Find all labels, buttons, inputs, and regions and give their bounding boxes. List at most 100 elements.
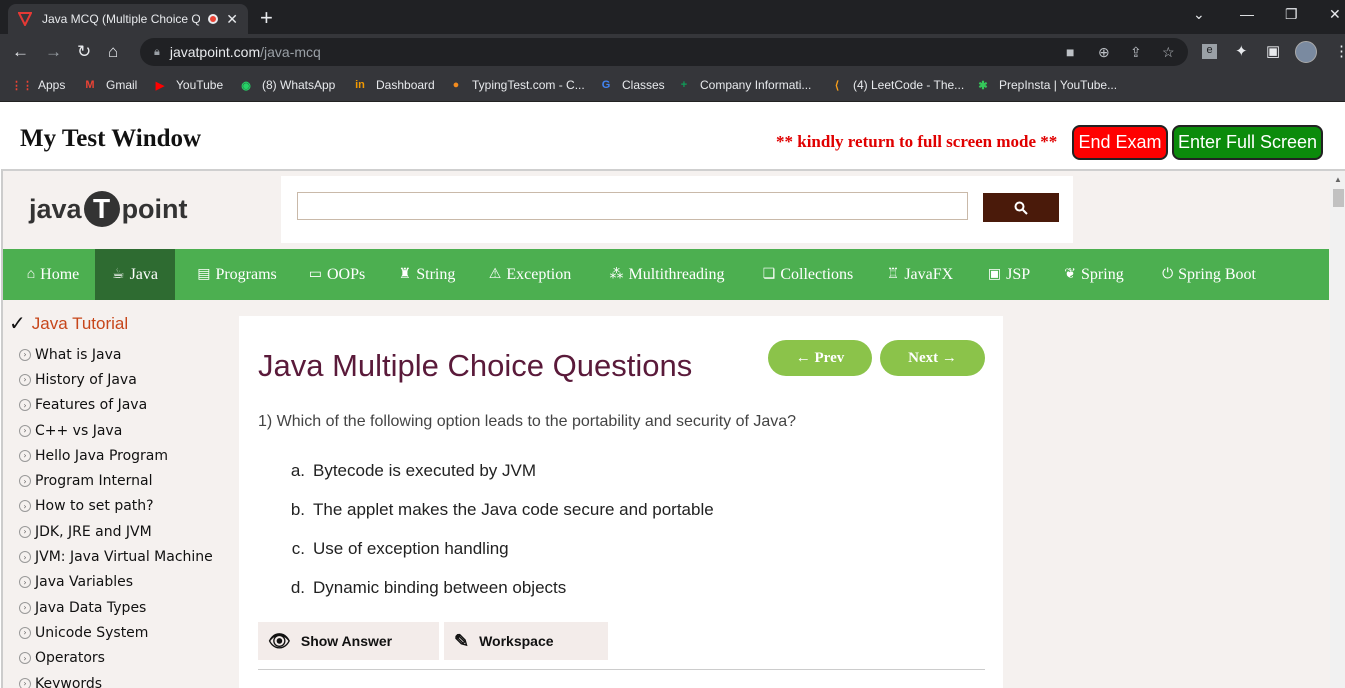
prev-button[interactable]: ← Prev	[768, 340, 872, 376]
nav-item-jsp[interactable]: ▣ JSP	[977, 249, 1041, 300]
page: My Test Window ** kindly return to full …	[0, 103, 1345, 688]
nav-label: Collections	[780, 265, 854, 283]
sidebar-item[interactable]: › Java Variables	[9, 570, 239, 595]
restore-icon[interactable]: ❐	[1285, 6, 1298, 23]
home-button-icon[interactable]: ⌂	[108, 42, 118, 62]
sidebar-item[interactable]: › Unicode System	[9, 620, 239, 645]
option-text: Dynamic binding between objects	[313, 578, 567, 597]
sidebar-item-label: Operators	[35, 650, 105, 667]
url-host: javatpoint.com	[169, 44, 261, 60]
programs-icon: ▤	[197, 267, 211, 282]
zoom-icon[interactable]: ⊕	[1098, 44, 1110, 61]
nav-item-javafx[interactable]: ♖ JavaFX	[875, 249, 965, 300]
nav-label: Home	[40, 265, 80, 283]
nav-item-spring-boot[interactable]: ⏻ Spring Boot	[1148, 249, 1270, 300]
bookmark-item[interactable]: G Classes	[598, 77, 665, 93]
bookmark-item[interactable]: ▶ YouTube	[152, 77, 223, 93]
string-icon: ♜	[398, 267, 412, 282]
bookmark-label: YouTube	[176, 78, 224, 92]
nav-item-collections[interactable]: ❏ Collections	[749, 249, 867, 300]
sidebar-item[interactable]: › Hello Java Program	[9, 443, 239, 468]
scroll-up-icon[interactable]: ▲	[1334, 175, 1342, 184]
bookmark-item[interactable]: ⋮⋮ Apps	[11, 77, 65, 93]
minimize-icon[interactable]: —	[1240, 6, 1254, 22]
spring-icon: ❦	[1064, 267, 1077, 282]
close-window-icon[interactable]: ✕	[1329, 6, 1341, 23]
bookmark-item[interactable]: ✱ PrepInsta | YouTube...	[975, 77, 1117, 93]
menu-kebab-icon[interactable]: ⋮	[1334, 42, 1345, 60]
address-bar[interactable]: 🔒︎ javatpoint.com/java-mcq	[140, 38, 1188, 66]
nav-item-string[interactable]: ♜ String	[387, 249, 467, 300]
sidebar-item[interactable]: › Program Internal	[9, 468, 239, 493]
nav-item-java[interactable]: ☕︎ Java	[95, 249, 175, 300]
browser-tab[interactable]: Java MCQ (Multiple Choice Q ✕	[8, 4, 248, 34]
leetcode-icon: ⟨	[834, 79, 840, 92]
bookmark-item[interactable]: M Gmail	[82, 77, 137, 93]
next-button[interactable]: Next →	[880, 340, 985, 376]
sidebar-item[interactable]: › Keywords	[9, 671, 239, 688]
sidebar-heading[interactable]: ✓ Java Tutorial	[9, 311, 239, 336]
sidebar-item-label: Java Variables	[35, 574, 133, 591]
bookmark-item[interactable]: ⟨ (4) LeetCode - The...	[829, 77, 964, 93]
sidebar-item[interactable]: › JDK, JRE and JVM	[9, 519, 239, 544]
tab-search-chevron-icon[interactable]: ⌄	[1193, 6, 1205, 23]
sidebar-item[interactable]: › What is Java	[9, 342, 239, 367]
option-text: The applet makes the Java code secure an…	[313, 500, 714, 519]
bookmark-item[interactable]: + Company Informati...	[676, 77, 812, 93]
nav-item-oops[interactable]: ▭ OOPs	[297, 249, 377, 300]
sidebar-item[interactable]: › Operators	[9, 646, 239, 671]
option-item: a. Bytecode is executed by JVM	[279, 461, 714, 500]
javatpoint-logo[interactable]: java T point	[29, 191, 188, 227]
search-button[interactable]	[983, 193, 1059, 222]
page-scrollbar[interactable]: ▲	[1330, 171, 1345, 688]
scroll-thumb[interactable]	[1333, 189, 1344, 207]
bookmark-item[interactable]: ● TypingTest.com - C...	[448, 77, 585, 93]
sidebar-item[interactable]: › How to set path?	[9, 494, 239, 519]
bookmark-item[interactable]: in Dashboard	[352, 77, 435, 93]
new-tab-icon[interactable]: +	[260, 5, 273, 31]
bookmark-item[interactable]: ◉ (8) WhatsApp	[238, 77, 335, 93]
back-icon[interactable]: ←	[12, 42, 29, 62]
extension-e-icon[interactable]: e	[1202, 44, 1217, 59]
sidebar-item[interactable]: › C++ vs Java	[9, 418, 239, 443]
arrow-circle-icon: ›	[19, 500, 31, 513]
nav-item-home[interactable]: ⌂ Home	[11, 249, 95, 300]
reload-icon[interactable]: ↻	[77, 42, 91, 62]
site-nav: ⌂ Home ☕︎ Java ▤ Programs ▭ OOPs ♜ String ⚠ Excepti…	[3, 249, 1329, 300]
workspace-button[interactable]: ✎ Workspace	[444, 622, 608, 660]
bookmark-label: Dashboard	[376, 78, 435, 92]
end-exam-button[interactable]: End Exam	[1072, 125, 1168, 160]
sidebar-item[interactable]: › History of Java	[9, 367, 239, 392]
bookmarks-bar: ⋮⋮ Apps M Gmail ▶ YouTube ◉ (8) WhatsApp in Dashb…	[0, 70, 1345, 102]
search-icon	[1014, 201, 1028, 215]
sidebar-item[interactable]: › JVM: Java Virtual Machine	[9, 544, 239, 569]
exam-frame: java T point ⌂ Home ☕︎ Java ▤ Programs ▭ OOPs ♜ S…	[1, 169, 1345, 688]
nav-item-multithreading[interactable]: ⁂ Multithreading	[597, 249, 737, 300]
main-content: Java Multiple Choice Questions ← Prev Ne…	[239, 316, 1003, 688]
camera-icon[interactable]: ■	[1066, 44, 1074, 60]
search-input[interactable]	[297, 192, 968, 220]
forward-icon[interactable]: →	[45, 42, 62, 62]
share-icon[interactable]: ⇪	[1130, 44, 1142, 61]
bookmark-label: (8) WhatsApp	[262, 78, 336, 92]
nav-item-programs[interactable]: ▤ Programs	[183, 249, 291, 300]
show-answer-button[interactable]: 👁︎ Show Answer	[258, 622, 439, 660]
nav-item-exception[interactable]: ⚠ Exception	[477, 249, 583, 300]
option-letter: a.	[290, 461, 305, 480]
arrow-circle-icon: ›	[19, 525, 31, 538]
sidebar: ✓ Java Tutorial › What is Java › History of…	[9, 311, 239, 688]
enter-full-screen-button[interactable]: Enter Full Screen	[1172, 125, 1323, 160]
sidebar-item[interactable]: › Java Data Types	[9, 595, 239, 620]
profile-avatar[interactable]	[1295, 41, 1317, 63]
bookmark-star-icon[interactable]: ☆	[1162, 44, 1175, 61]
warning-icon: ⚠	[488, 267, 502, 282]
sidebar-item[interactable]: › Features of Java	[9, 393, 239, 418]
test-window-title: My Test Window	[20, 125, 202, 152]
bookmark-label: Company Informati...	[700, 78, 812, 92]
side-panel-icon[interactable]: ▣	[1266, 42, 1280, 60]
arrow-circle-icon: ›	[19, 373, 31, 386]
java-cup-icon: ☕︎	[112, 267, 125, 282]
close-tab-icon[interactable]: ✕	[226, 11, 238, 28]
nav-item-spring[interactable]: ❦ Spring	[1051, 249, 1137, 300]
extensions-puzzle-icon[interactable]: ✦	[1235, 42, 1248, 60]
